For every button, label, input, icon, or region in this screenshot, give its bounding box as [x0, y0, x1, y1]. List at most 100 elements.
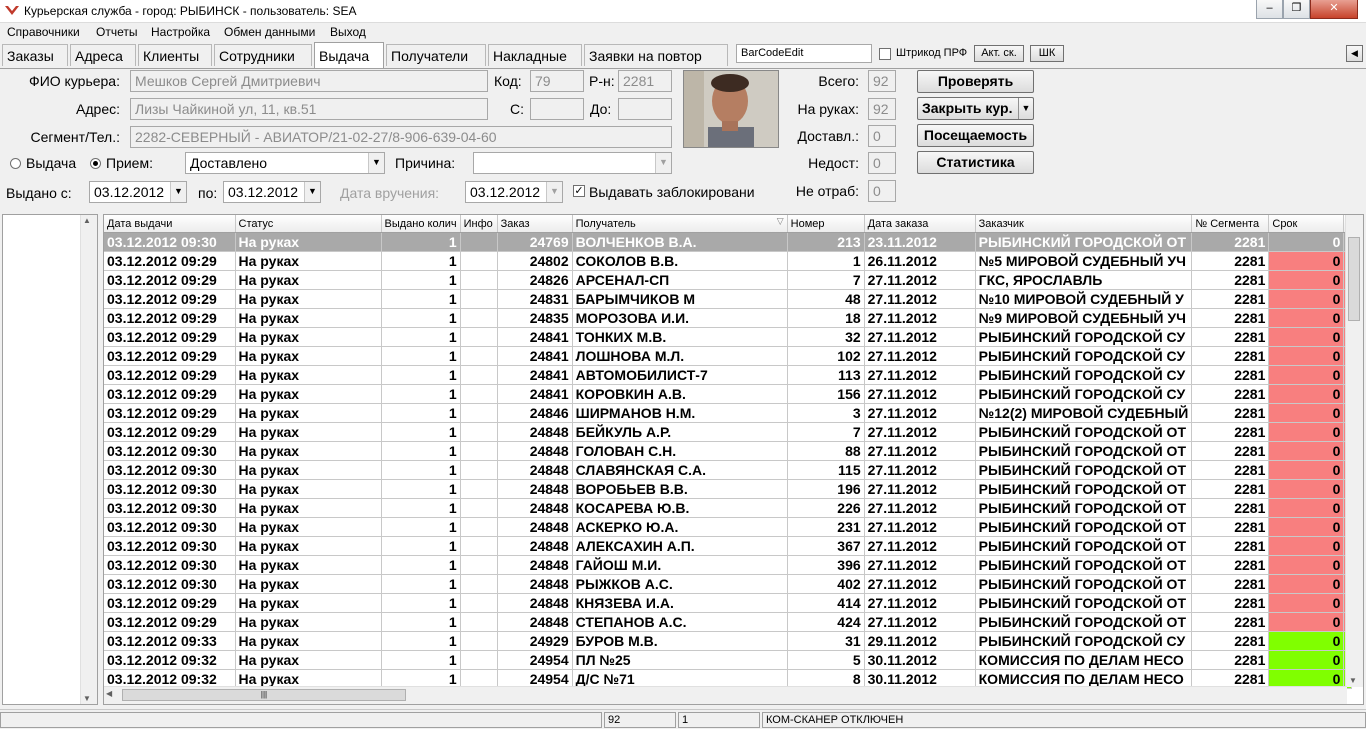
- table-row[interactable]: 03.12.2012 09:30 На руках 1 24848 РЫЖКОВ А.С…: [104, 574, 1353, 594]
- close-icon[interactable]: ✕: [1310, 0, 1358, 19]
- courier-name-field[interactable]: Мешков Сергей Дмитриевич: [130, 70, 488, 92]
- left-filter-panel[interactable]: ▲ ▼: [2, 214, 98, 705]
- minimize-icon[interactable]: –: [1256, 0, 1283, 19]
- table-row[interactable]: 03.12.2012 09:29 На руках 1 24846 ШИРМАНОВ Н…: [104, 403, 1353, 423]
- column-header[interactable]: Срок: [1268, 215, 1345, 233]
- scroll-left-icon[interactable]: ◀: [106, 689, 112, 698]
- column-header[interactable]: Получатель ▽: [572, 215, 788, 233]
- calendar-dropdown-icon[interactable]: ▼: [170, 182, 186, 202]
- akt-sk-button[interactable]: Акт. ск.: [974, 45, 1024, 62]
- scroll-thumb[interactable]: |||: [122, 689, 406, 701]
- attendance-button[interactable]: Посещаемость: [917, 124, 1034, 147]
- tab-addresses[interactable]: Адреса: [70, 44, 136, 66]
- segment-field[interactable]: 2282-СЕВЕРНЫЙ - АВИАТОР/21-02-27/8-906-6…: [130, 126, 672, 148]
- maximize-icon[interactable]: ❐: [1283, 0, 1310, 19]
- pfr-barcode-checkbox[interactable]: [879, 48, 891, 60]
- table-row[interactable]: 03.12.2012 09:29 На руках 1 24841 ТОНКИХ М.В…: [104, 327, 1353, 347]
- tab-repeat-requests[interactable]: Заявки на повтор: [584, 44, 728, 66]
- receive-radio[interactable]: [90, 158, 101, 169]
- table-row[interactable]: 03.12.2012 09:29 На руках 1 24848 СТЕПАНОВ А…: [104, 612, 1353, 632]
- table-cell: 0: [1268, 365, 1345, 385]
- table-cell: РЫБИНСКИЙ ГОРОДСКОЙ ОТ: [975, 593, 1193, 613]
- tab-issue[interactable]: Выдача: [314, 42, 384, 68]
- issued-to-date[interactable]: 03.12.2012 ▼: [223, 181, 321, 203]
- menu-item-data-exchange[interactable]: Обмен данными: [224, 25, 315, 39]
- column-header[interactable]: № Сегмента: [1191, 215, 1270, 233]
- menu-item-settings[interactable]: Настройка: [151, 25, 210, 39]
- left-panel-scrollbar[interactable]: ▲ ▼: [80, 215, 97, 704]
- table-row[interactable]: 03.12.2012 09:32 На руках 1 24954 ПЛ №25 5 30.…: [104, 650, 1353, 670]
- column-header[interactable]: Номер: [787, 215, 865, 233]
- grid-horizontal-scrollbar[interactable]: ◀ |||: [104, 686, 1347, 704]
- to-field[interactable]: [618, 98, 672, 120]
- barcode-input[interactable]: BarCodeEdit: [736, 44, 872, 63]
- table-row[interactable]: 03.12.2012 09:29 На руках 1 24835 МОРОЗОВА И…: [104, 308, 1353, 328]
- from-field[interactable]: [530, 98, 584, 120]
- delivery-date[interactable]: 03.12.2012 ▼: [465, 181, 563, 203]
- tab-orders[interactable]: Заказы: [2, 44, 68, 66]
- issued-from-date[interactable]: 03.12.2012 ▼: [89, 181, 187, 203]
- code-field[interactable]: 79: [530, 70, 584, 92]
- tab-recipients[interactable]: Получатели: [386, 44, 486, 66]
- table-row[interactable]: 03.12.2012 09:29 На руках 1 24841 КОРОВКИН А…: [104, 384, 1353, 404]
- column-header[interactable]: Заказ: [497, 215, 573, 233]
- table-row[interactable]: 03.12.2012 09:30 На руках 1 24848 ВОРОБЬЕВ В…: [104, 479, 1353, 499]
- table-row[interactable]: 03.12.2012 09:29 На руках 1 24841 АВТОМОБИЛИ…: [104, 365, 1353, 385]
- table-row[interactable]: 03.12.2012 09:30 На руках 1 24848 КОСАРЕВА Ю…: [104, 498, 1353, 518]
- status-select[interactable]: Доставлено ▼: [185, 152, 385, 174]
- column-header[interactable]: Дата выдачи: [104, 215, 236, 233]
- close-courier-button[interactable]: Закрыть кур. ▼: [917, 97, 1034, 120]
- scroll-up-icon[interactable]: ▲: [83, 216, 91, 225]
- table-row[interactable]: 03.12.2012 09:30 На руках 1 24848 АСКЕРКО Ю.…: [104, 517, 1353, 537]
- tab-scroll-left-icon[interactable]: ◀: [1346, 45, 1363, 62]
- calendar-dropdown-icon[interactable]: ▼: [304, 182, 320, 202]
- table-cell: 03.12.2012 09:30: [104, 555, 236, 575]
- dropdown-arrow-icon[interactable]: ▼: [1018, 98, 1033, 119]
- column-header[interactable]: Заказчик: [975, 215, 1193, 233]
- calendar-dropdown-icon[interactable]: ▼: [546, 182, 562, 202]
- table-cell: 03.12.2012 09:29: [104, 384, 236, 404]
- table-cell: ГОЛОВАН С.Н.: [572, 441, 788, 461]
- table-row[interactable]: 03.12.2012 09:29 На руках 1 24841 ЛОШНОВА М.…: [104, 346, 1353, 366]
- scroll-down-icon[interactable]: ▼: [83, 694, 91, 703]
- orders-grid[interactable]: Дата выдачи Статус Выдано колич Инфо Заказ По…: [103, 214, 1364, 705]
- table-cell: 88: [787, 441, 865, 461]
- menu-item-exit[interactable]: Выход: [330, 25, 366, 39]
- column-header[interactable]: Выдано колич: [381, 215, 461, 233]
- table-row[interactable]: 03.12.2012 09:29 На руках 1 24826 АРСЕНАЛ-СП…: [104, 270, 1353, 290]
- tab-clients[interactable]: Клиенты: [138, 44, 212, 66]
- table-row[interactable]: 03.12.2012 09:29 На руках 1 24848 БЕЙКУЛЬ А.…: [104, 422, 1353, 442]
- statistics-button[interactable]: Статистика: [917, 151, 1034, 174]
- table-row[interactable]: 03.12.2012 09:30 На руках 1 24848 ГАЙОШ М.И.…: [104, 555, 1353, 575]
- issue-radio[interactable]: [10, 158, 21, 169]
- address-field[interactable]: Лизы Чайкиной ул, 11, кв.51: [130, 98, 488, 120]
- reason-select[interactable]: ▼: [473, 152, 672, 174]
- table-cell: 1: [787, 251, 865, 271]
- grid-vertical-scrollbar[interactable]: ▼: [1345, 215, 1363, 687]
- column-header[interactable]: Инфо: [460, 215, 498, 233]
- table-row[interactable]: 03.12.2012 09:29 На руках 1 24802 СОКОЛОВ В.…: [104, 251, 1353, 271]
- tab-employees[interactable]: Сотрудники: [214, 44, 312, 66]
- table-cell: 1: [381, 403, 461, 423]
- shk-button[interactable]: ШК: [1030, 45, 1064, 62]
- menu-item-directories[interactable]: Справочники: [7, 25, 80, 39]
- menu-item-reports[interactable]: Отчеты: [96, 25, 137, 39]
- table-row[interactable]: 03.12.2012 09:33 На руках 1 24929 БУРОВ М.В.…: [104, 631, 1353, 651]
- column-header[interactable]: Дата заказа: [864, 215, 976, 233]
- table-row[interactable]: 03.12.2012 09:29 На руках 1 24831 БАРЫМЧИКОВ…: [104, 289, 1353, 309]
- check-button[interactable]: Проверять: [917, 70, 1034, 93]
- table-row[interactable]: 03.12.2012 09:29 На руках 1 24848 КНЯЗЕВА И.…: [104, 593, 1353, 613]
- table-row[interactable]: 03.12.2012 09:30 На руках 1 24848 СЛАВЯНСКАЯ…: [104, 460, 1353, 480]
- table-row[interactable]: 03.12.2012 09:30 На руках 1 24848 ГОЛОВАН С.…: [104, 441, 1353, 461]
- scroll-down-icon[interactable]: ▼: [1349, 676, 1357, 685]
- table-row[interactable]: 03.12.2012 09:30 На руках 1 24848 АЛЕКСАХИН …: [104, 536, 1353, 556]
- chevron-down-icon[interactable]: ▼: [655, 153, 671, 173]
- district-field[interactable]: 2281: [618, 70, 672, 92]
- issue-blocked-checkbox[interactable]: ✓: [573, 185, 585, 197]
- table-cell: На руках: [235, 308, 382, 328]
- tab-waybills[interactable]: Накладные: [488, 44, 582, 66]
- scroll-thumb[interactable]: [1348, 237, 1360, 321]
- chevron-down-icon[interactable]: ▼: [368, 153, 384, 173]
- column-header[interactable]: Статус: [235, 215, 382, 233]
- table-row[interactable]: 03.12.2012 09:30 На руках 1 24769 ВОЛЧЕНКОВ …: [104, 232, 1353, 252]
